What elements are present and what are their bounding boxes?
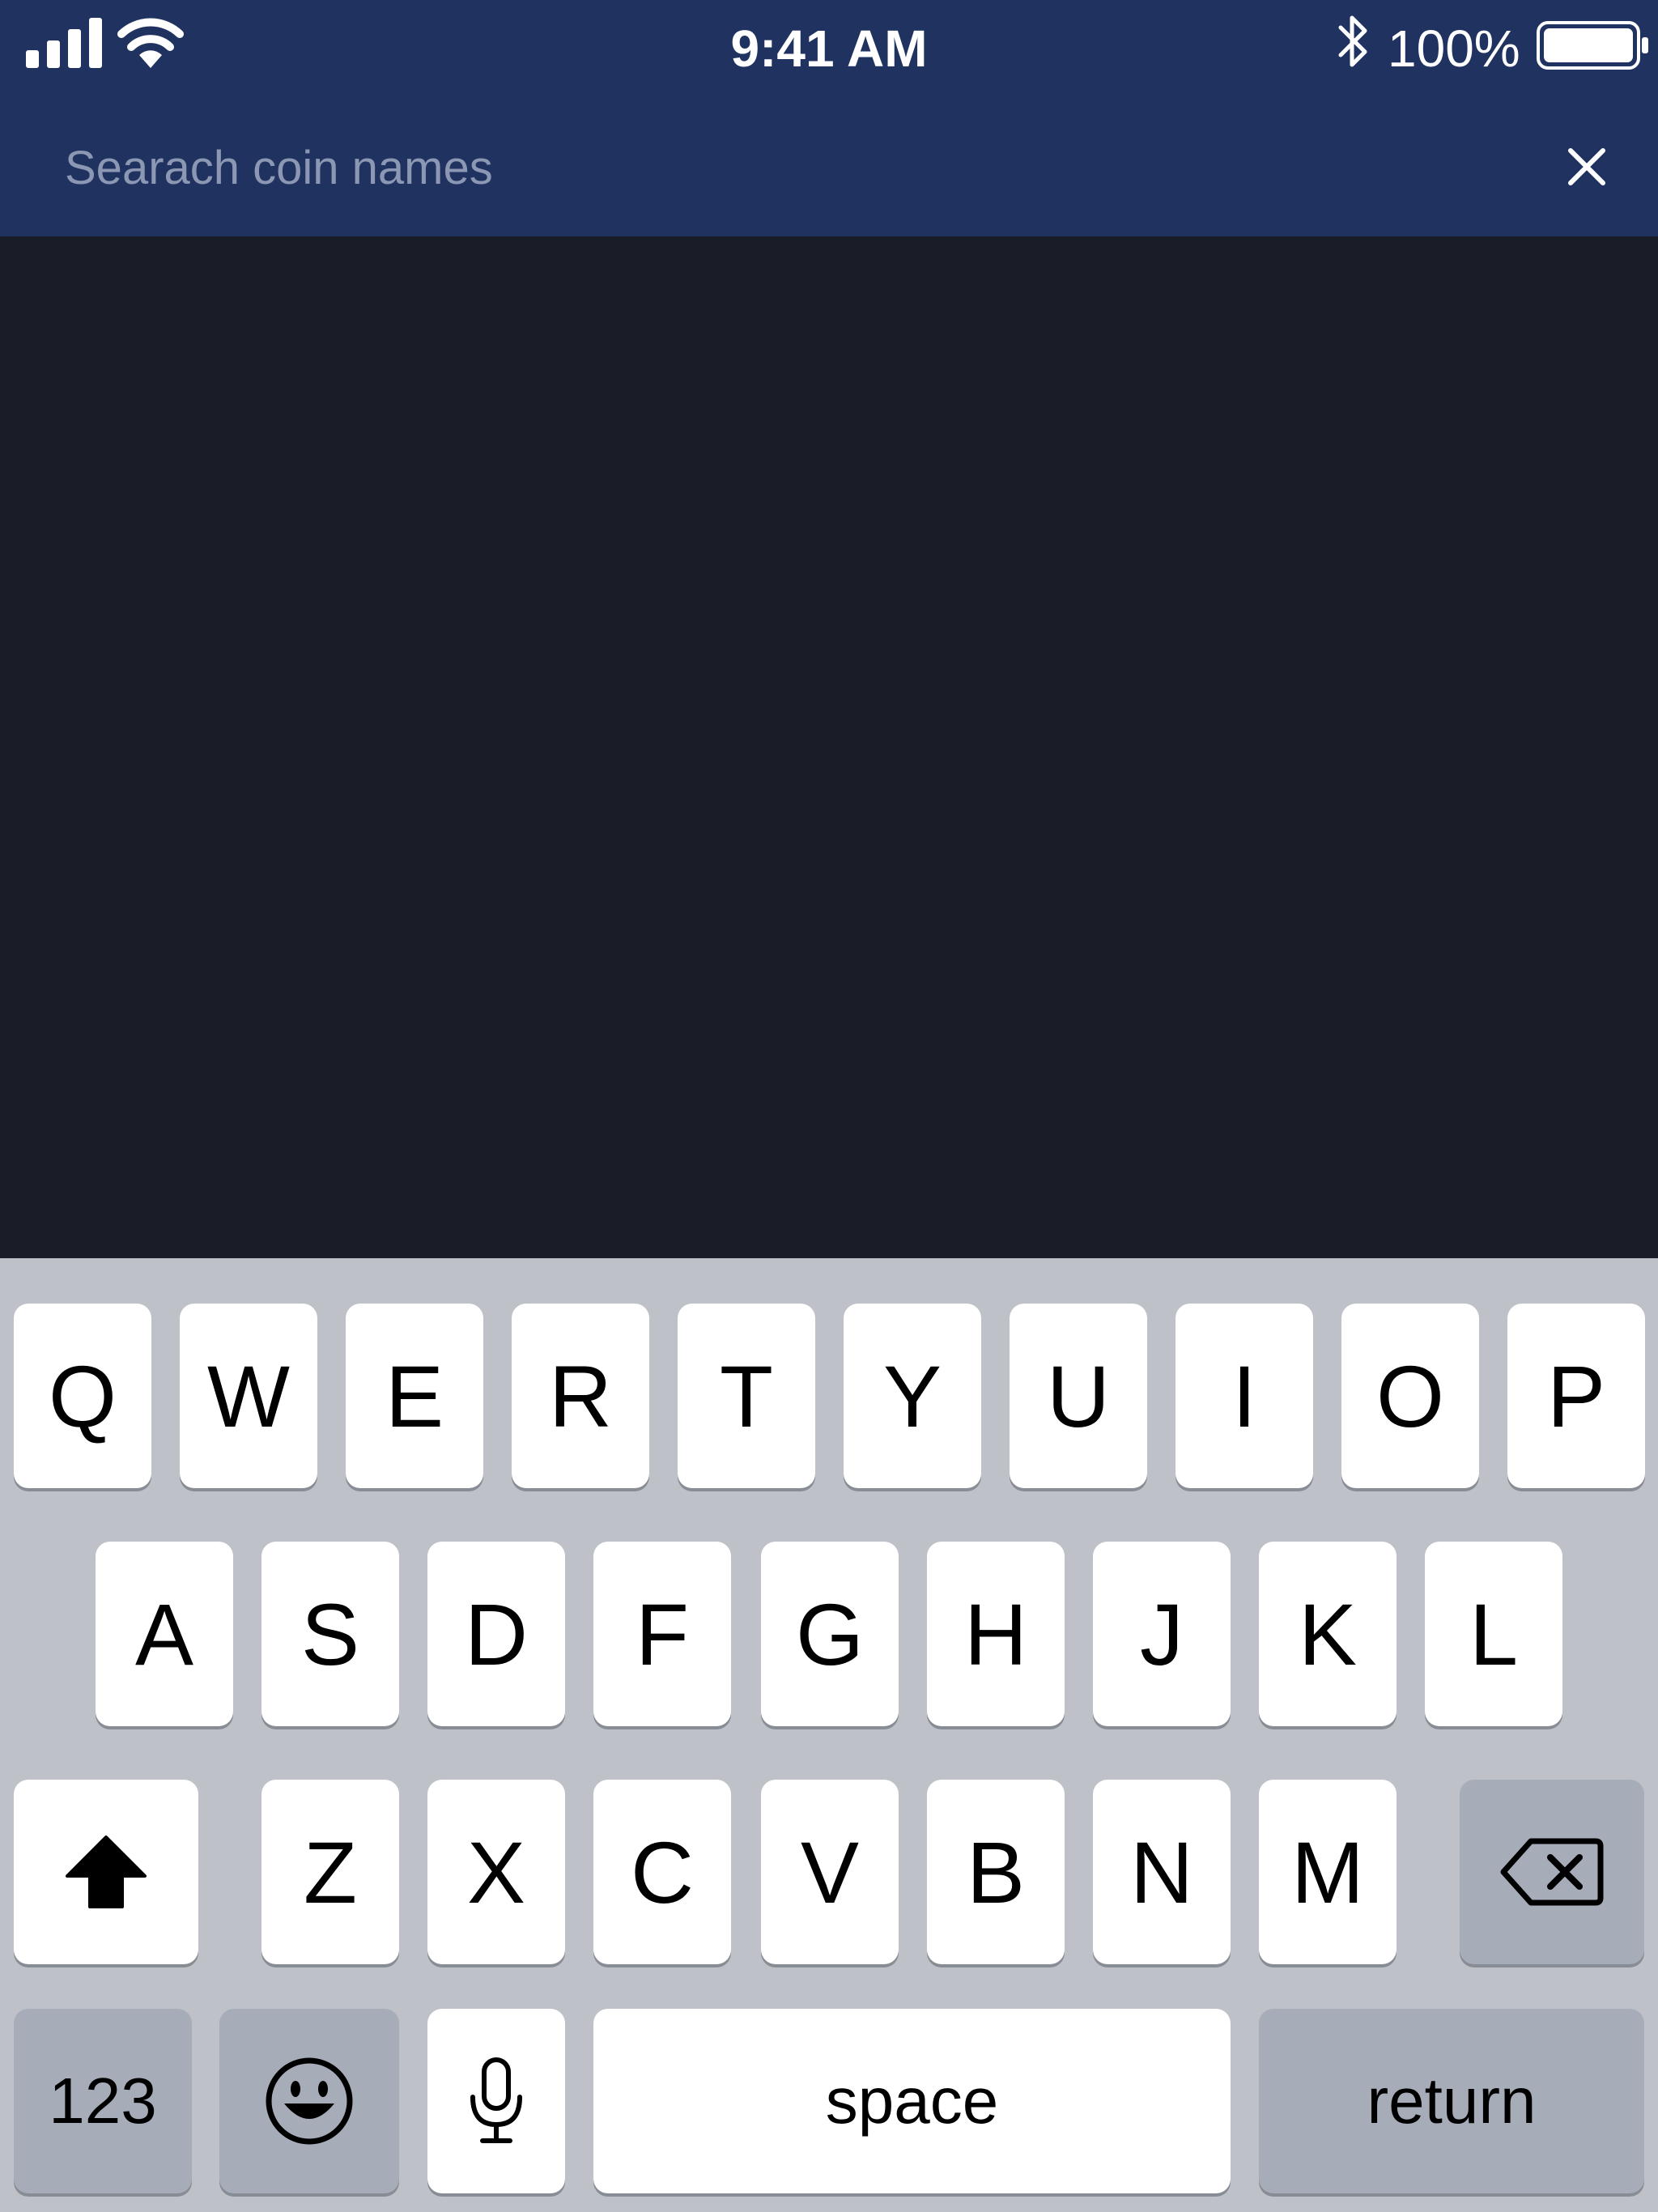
emoji-key[interactable]: [219, 2009, 399, 2193]
bluetooth-icon: [1338, 15, 1367, 67]
microphone-icon: [470, 2057, 522, 2143]
key-t[interactable]: T: [678, 1304, 815, 1488]
key-z[interactable]: Z: [261, 1780, 399, 1964]
key-f[interactable]: F: [593, 1542, 731, 1726]
search-input[interactable]: [65, 131, 1522, 204]
microphone-key[interactable]: [427, 2009, 565, 2193]
close-search-button[interactable]: [1554, 134, 1619, 199]
space-key[interactable]: space: [593, 2009, 1231, 2193]
shift-key[interactable]: [14, 1780, 198, 1964]
key-v[interactable]: V: [761, 1780, 899, 1964]
key-p[interactable]: P: [1507, 1304, 1645, 1488]
key-n[interactable]: N: [1093, 1780, 1231, 1964]
backspace-key[interactable]: [1460, 1780, 1644, 1964]
emoji-icon: [266, 2057, 353, 2145]
key-a[interactable]: A: [96, 1542, 233, 1726]
key-c[interactable]: C: [593, 1780, 731, 1964]
key-d[interactable]: D: [427, 1542, 565, 1726]
battery-icon: [1537, 21, 1648, 70]
key-j[interactable]: J: [1093, 1542, 1231, 1726]
battery-percent: 100%: [1388, 19, 1520, 78]
key-m[interactable]: M: [1259, 1780, 1397, 1964]
status-bar: 9:41 AM 100%: [0, 0, 1658, 100]
key-r[interactable]: R: [512, 1304, 649, 1488]
key-b[interactable]: B: [927, 1780, 1065, 1964]
key-e[interactable]: E: [346, 1304, 483, 1488]
key-k[interactable]: K: [1259, 1542, 1397, 1726]
key-y[interactable]: Y: [844, 1304, 981, 1488]
keyboard: Q W E R T Y U I O P A S D F G H J K L Z …: [0, 1258, 1658, 2212]
key-w[interactable]: W: [180, 1304, 317, 1488]
key-q[interactable]: Q: [14, 1304, 151, 1488]
shift-icon: [66, 1836, 147, 1908]
key-g[interactable]: G: [761, 1542, 899, 1726]
key-o[interactable]: O: [1341, 1304, 1479, 1488]
search-header: [0, 100, 1658, 236]
key-x[interactable]: X: [427, 1780, 565, 1964]
key-h[interactable]: H: [927, 1542, 1065, 1726]
return-key[interactable]: return: [1259, 2009, 1644, 2193]
key-s[interactable]: S: [261, 1542, 399, 1726]
close-icon: [1568, 148, 1605, 185]
key-i[interactable]: I: [1175, 1304, 1313, 1488]
search-results-area: [0, 236, 1658, 1258]
key-l[interactable]: L: [1425, 1542, 1562, 1726]
numbers-key[interactable]: 123: [14, 2009, 192, 2193]
backspace-icon: [1500, 1838, 1604, 1906]
key-u[interactable]: U: [1010, 1304, 1147, 1488]
